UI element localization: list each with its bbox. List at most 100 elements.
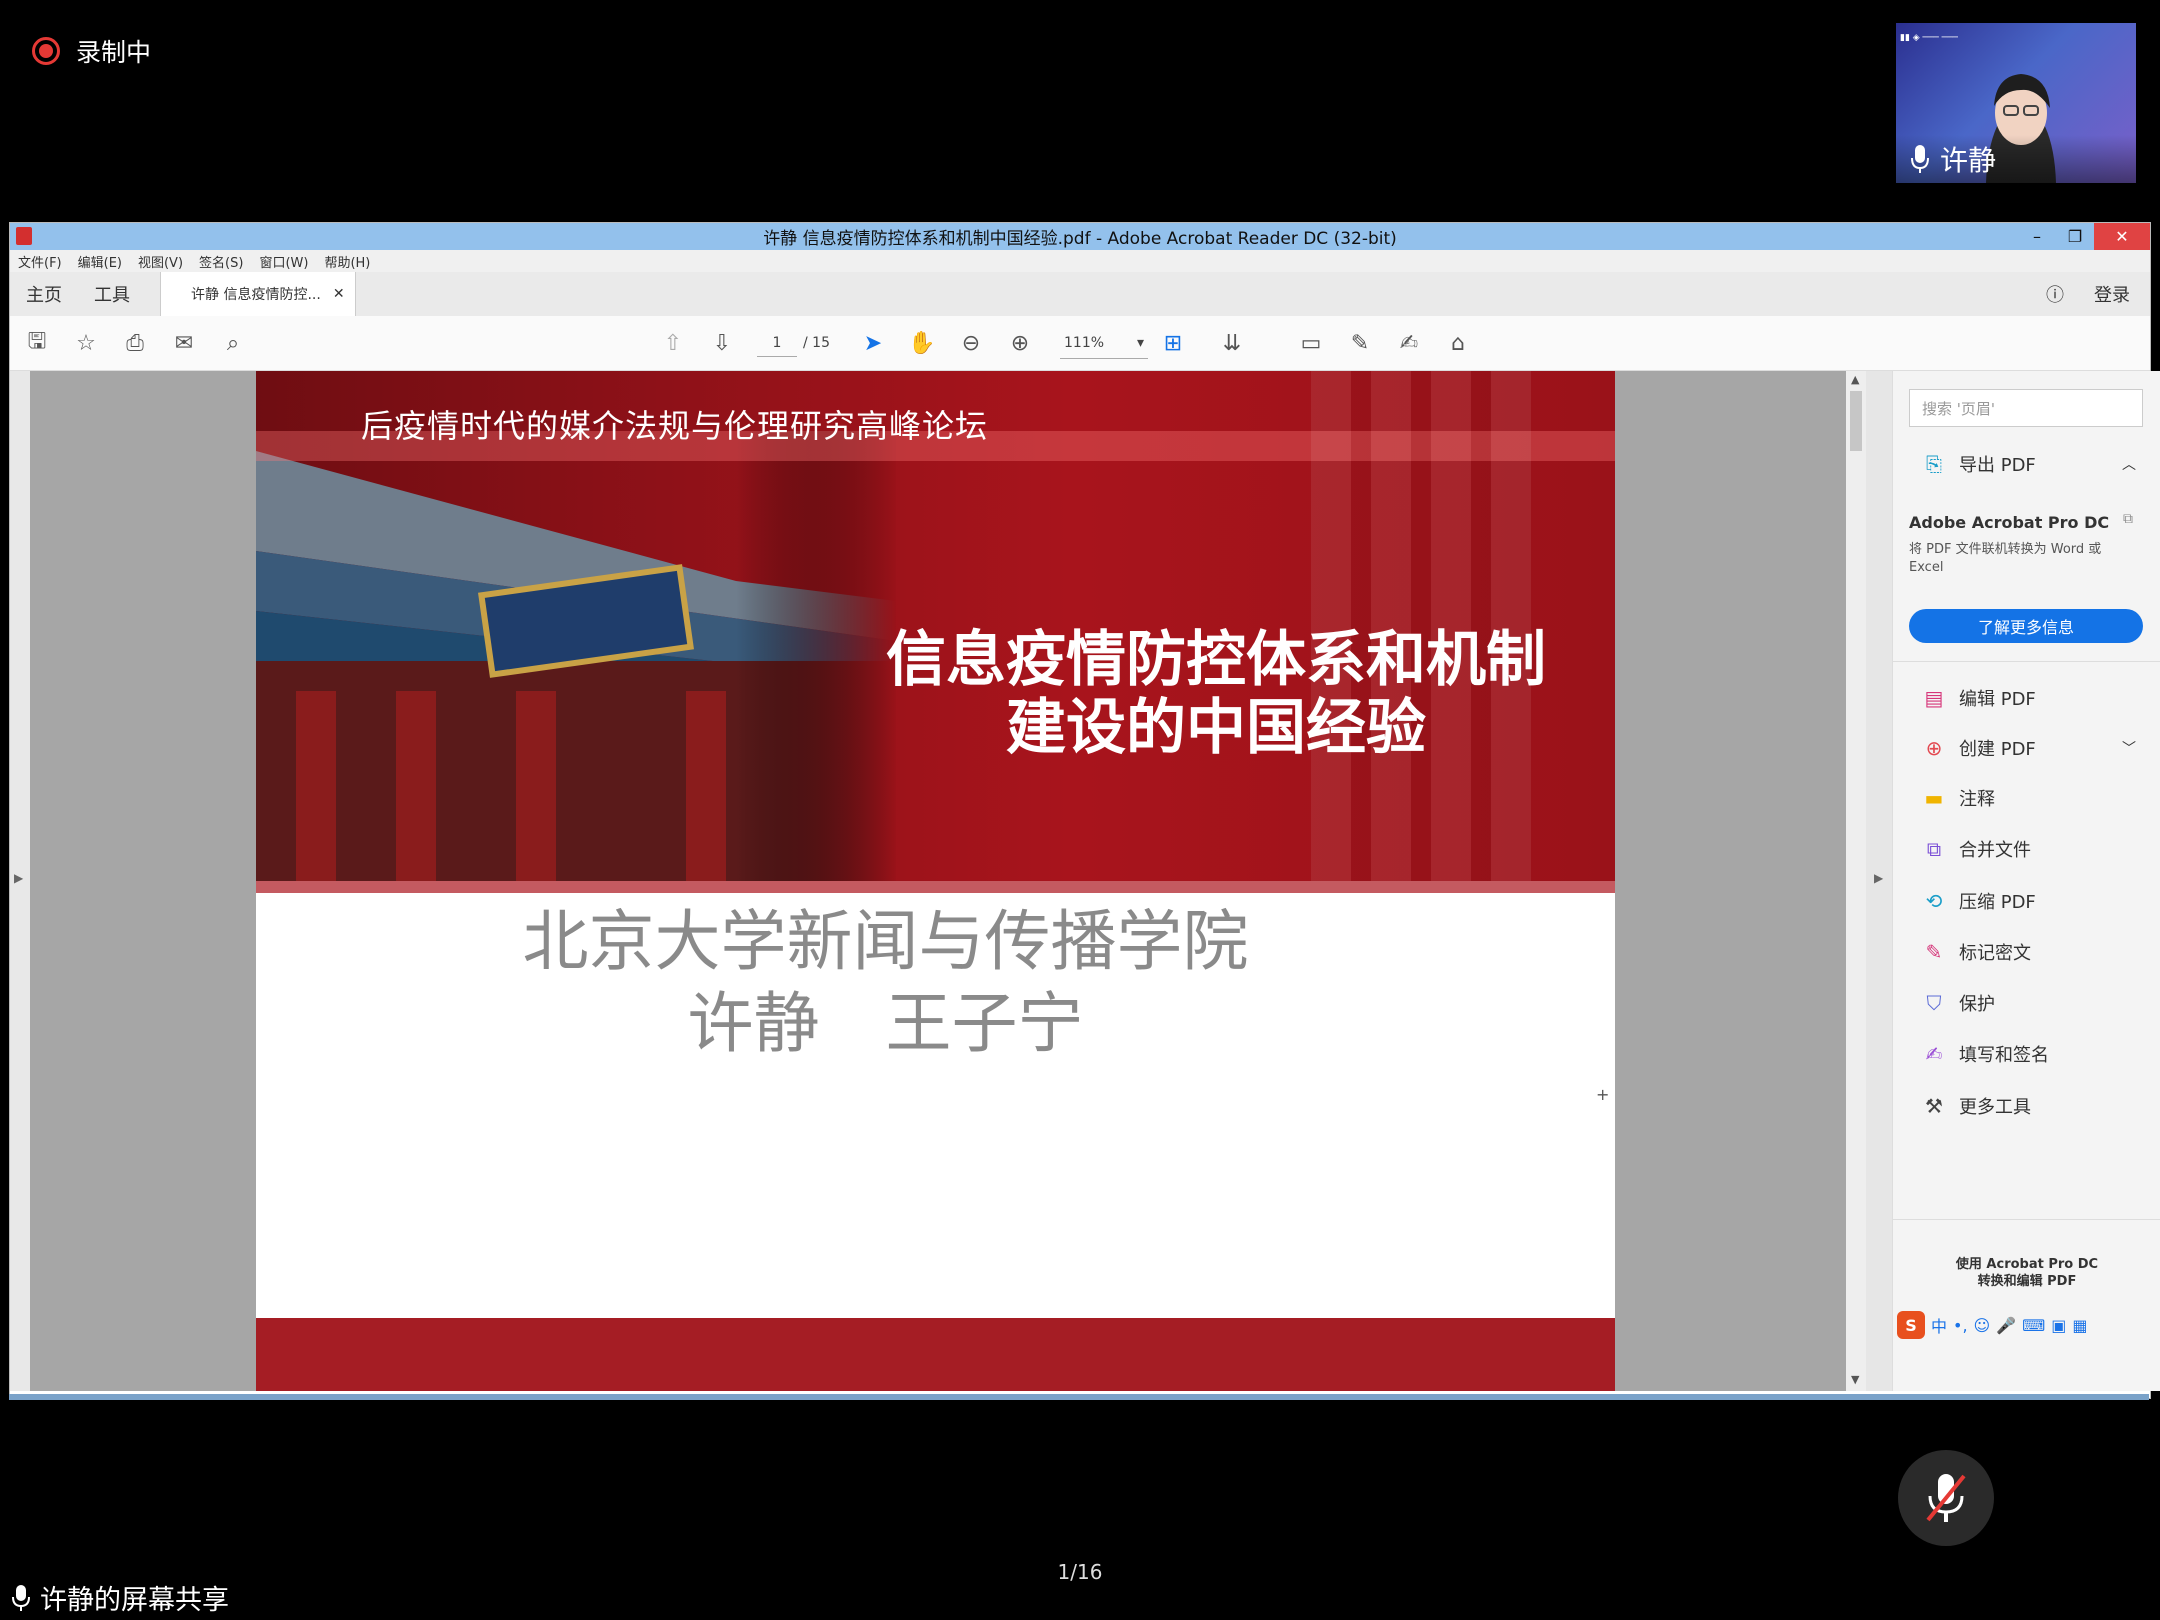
microphone-icon [12,1584,30,1611]
learn-more-button[interactable]: 了解更多信息 [1909,609,2143,643]
tool-combine[interactable]: ⧉ 合并文件 [1921,836,2031,862]
expand-left-icon: ▶ [14,871,24,885]
scrollbar-thumb[interactable] [1850,391,1862,451]
tool-more[interactable]: ⚒ 更多工具 [1921,1093,2031,1119]
menu-bar: 文件(F) 编辑(E) 视图(V) 签名(S) 窗口(W) 帮助(H) [10,250,2150,272]
tab-close-icon[interactable]: ✕ [333,286,345,302]
toolbar: 🖫 ☆ ⎙ ✉ ⌕ ⇧ ⇩ 1 / 15 ➤ ✋ ⊖ ⊕ 111% ▾ ⊞ ⇊ … [10,316,2150,371]
participant-video[interactable]: ▮▮ ◈ ─── ─── 许静 [1896,23,2136,183]
tool-label: 压缩 PDF [1959,892,2036,913]
left-panel-toggle[interactable]: ▶ [10,371,30,1391]
menu-file[interactable]: 文件(F) [18,252,62,271]
comment-icon: ▬ [1924,786,1944,810]
compress-icon: ⟲ [1925,889,1943,913]
scroll-down-icon[interactable]: ▼ [1851,1373,1859,1386]
ime-emoji-icon[interactable]: ☺ [1974,1316,1991,1335]
window-title: 许静 信息疫情防控体系和机制中国经验.pdf - Adobe Acrobat R… [763,229,1397,249]
tool-create-pdf[interactable]: ⊕ 创建 PDF ﹀ [1921,735,2136,761]
slide-title: 信息疫情防控体系和机制 建设的中国经验 [856,626,1576,762]
recording-label: 录制中 [76,38,152,67]
chevron-down-icon: ▾ [1136,335,1144,351]
zoom-in-icon[interactable]: ⊕ [1005,328,1035,358]
restore-button[interactable]: ❐ [2056,223,2094,250]
right-panel-toggle[interactable]: ▶ [1866,371,1892,1391]
taskbar-strip [9,1394,2149,1400]
ime-mode[interactable]: 中 [1931,1313,1947,1337]
tool-label: 填写和签名 [1959,1045,2049,1066]
zoom-out-icon[interactable]: ⊖ [956,328,986,358]
tool-edit-pdf[interactable]: ▤ 编辑 PDF [1921,685,2036,711]
recording-indicator: 录制中 [32,33,151,69]
minimize-button[interactable]: – [2018,223,2056,250]
school-name: 北京大学新闻与传播学院 [522,903,1249,980]
tool-fill-sign[interactable]: ✍ 填写和签名 [1921,1041,2049,1067]
chevron-down-icon[interactable]: ﹀ [2122,738,2136,758]
pdf-page: 后疫情时代的媒介法规与伦理研究高峰论坛 信息疫情防控体系和机制 建设的中国经验 … [256,371,1615,1391]
page-total: / 15 [803,335,830,351]
vertical-scrollbar[interactable]: ▲ ▼ [1846,371,1866,1391]
create-pdf-icon: ⊕ [1925,736,1943,760]
page-number-input[interactable]: 1 [757,330,797,357]
sign-pen-icon[interactable]: ✍ [1394,328,1424,358]
promo-description: 将 PDF 文件联机转换为 Word 或 Excel [1909,542,2102,575]
tool-label: 标记密文 [1959,943,2031,964]
tab-document[interactable]: 许静 信息疫情防控... ✕ [160,272,356,316]
close-button[interactable]: ✕ [2094,223,2150,250]
menu-window[interactable]: 窗口(W) [259,252,308,271]
tool-label: 更多工具 [1959,1097,2031,1118]
zoom-search-icon[interactable]: ⌕ [218,328,248,358]
panel-divider [1893,1219,2160,1220]
menu-help[interactable]: 帮助(H) [324,252,370,271]
select-cursor-icon[interactable]: ➤ [858,328,888,358]
menu-view[interactable]: 视图(V) [138,252,183,271]
tool-label: 注释 [1959,789,1995,810]
previous-page-icon[interactable]: ⇧ [658,328,688,358]
tool-compress[interactable]: ⟲ 压缩 PDF [1921,888,2036,914]
zoom-value: 111% [1064,335,1105,351]
scroll-mode-icon[interactable]: ⇊ [1217,328,1247,358]
comment-icon[interactable]: ▭ [1296,328,1326,358]
search-input[interactable]: 搜索 '页眉' [1909,389,2143,427]
save-icon[interactable]: 🖫 [22,328,52,358]
video-background-logo: ▮▮ ◈ ─── ─── [1900,33,1958,43]
menu-edit[interactable]: 编辑(E) [78,252,122,271]
ime-keyboard-icon[interactable]: ⌨ [2022,1316,2045,1335]
scroll-up-icon[interactable]: ▲ [1851,373,1859,386]
ime-toolbar[interactable]: S 中 •, ☺ 🎤 ⌨ ▣ ▦ [1897,1309,2147,1341]
tool-protect[interactable]: ⛉ 保护 [1921,990,1996,1016]
share-tag-icon[interactable]: ⌂ [1443,328,1473,358]
gate-photo [256,431,896,891]
combine-icon: ⧉ [1926,837,1942,861]
next-page-icon[interactable]: ⇩ [707,328,737,358]
highlight-pen-icon[interactable]: ✎ [1345,328,1375,358]
author-names: 许静 王子宁 [687,985,1084,1062]
chevron-up-icon[interactable]: ︿ [2122,454,2136,474]
print-icon[interactable]: ⎙ [120,328,150,358]
zoom-select[interactable]: 111% ▾ [1060,328,1148,359]
export-pdf-item[interactable]: ⎘ 导出 PDF ︿ [1921,451,2136,477]
tool-redact[interactable]: ✎ 标记密文 [1921,939,2031,965]
promo-title: Adobe Acrobat Pro DC [1909,513,2110,532]
tab-home[interactable]: 主页 [10,281,78,307]
hand-tool-icon[interactable]: ✋ [907,328,937,358]
promo-copy-icon[interactable]: ⧉ [2123,511,2133,527]
help-icon[interactable]: ⓘ [2046,281,2064,307]
more-tools-icon: ⚒ [1925,1094,1943,1118]
ime-punct-icon[interactable]: •, [1953,1316,1968,1335]
tool-label: 合并文件 [1959,840,2031,861]
ime-mic-icon[interactable]: 🎤 [1996,1316,2016,1335]
page-fit-icon[interactable]: ⊞ [1158,328,1188,358]
ime-skin-icon[interactable]: ▣ [2051,1316,2066,1335]
login-button[interactable]: 登录 [2094,281,2130,307]
page-navigator: 1 / 15 [757,328,830,358]
bookmark-star-icon[interactable]: ☆ [71,328,101,358]
mute-button[interactable] [1898,1450,1994,1546]
sign-icon: ✍ [1925,1042,1943,1066]
tab-tools[interactable]: 工具 [78,281,146,307]
menu-sign[interactable]: 签名(S) [199,252,243,271]
slide-subtitle: 北京大学新闻与传播学院 许静 王子宁 [256,901,1615,1065]
email-icon[interactable]: ✉ [169,328,199,358]
ime-menu-icon[interactable]: ▦ [2072,1316,2087,1335]
tool-comment[interactable]: ▬ 注释 [1921,785,1995,811]
edit-pdf-icon: ▤ [1924,686,1944,710]
